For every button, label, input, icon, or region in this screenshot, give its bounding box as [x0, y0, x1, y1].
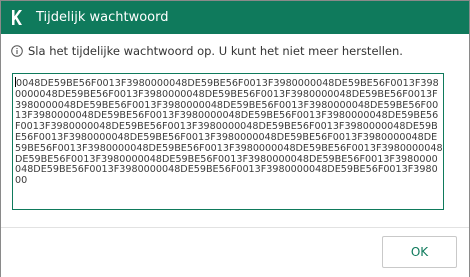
title-bar: Tijdelijk wachtwoord	[1, 1, 469, 34]
info-message-row: Sla het tijdelijke wachtwoord op. U kunt…	[11, 43, 403, 59]
temporary-password-dialog: Tijdelijk wachtwoord Sla het tijdelijke …	[0, 0, 470, 277]
password-text[interactable]: 0048DE59BE56F0013F3980000048DE59BE56F001…	[15, 78, 443, 186]
kaspersky-logo-icon	[12, 10, 22, 25]
dialog-footer: OK	[1, 227, 469, 277]
ok-button[interactable]: OK	[382, 236, 457, 268]
info-icon	[11, 45, 23, 57]
password-field[interactable]: 0048DE59BE56F0013F3980000048DE59BE56F001…	[12, 73, 444, 210]
dialog-title: Tijdelijk wachtwoord	[36, 10, 169, 25]
info-message: Sla het tijdelijke wachtwoord op. U kunt…	[28, 44, 403, 58]
